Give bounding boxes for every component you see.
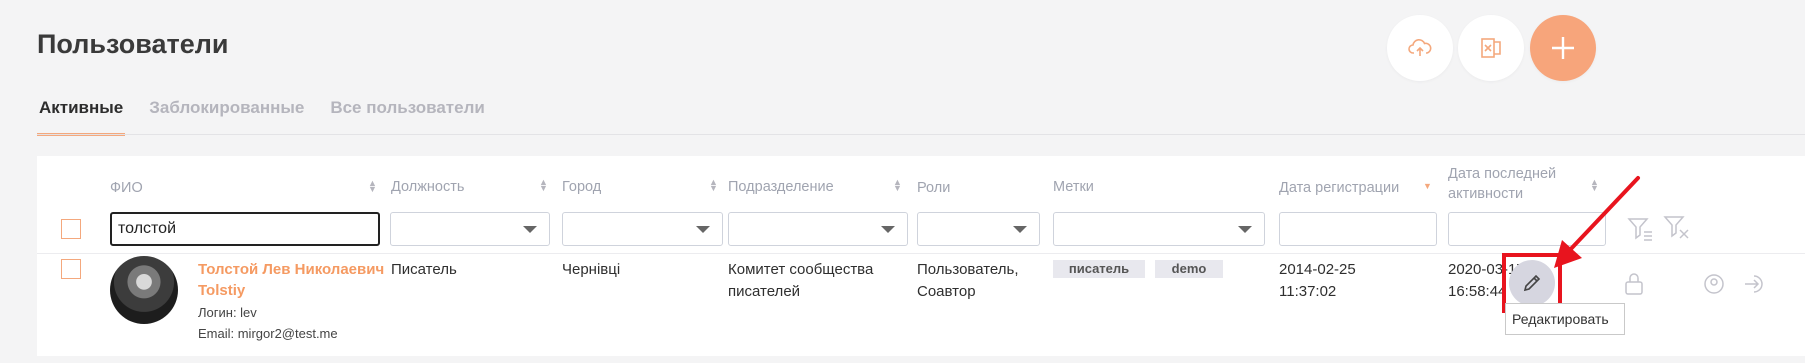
plus-icon <box>1552 37 1574 59</box>
header-fio[interactable]: ФИО <box>110 178 143 198</box>
sort-icon[interactable]: ▲ ▼ <box>539 178 548 193</box>
annotation-arrow-icon <box>1554 176 1640 268</box>
fio-filter-input[interactable] <box>110 212 380 246</box>
sort-icon[interactable]: ▲ ▼ <box>368 179 377 194</box>
tab-active[interactable]: Активные <box>37 94 126 136</box>
select-all-checkbox[interactable] <box>61 219 81 239</box>
header-position[interactable]: Должность <box>391 177 464 197</box>
sort-desc-icon[interactable]: ▼ <box>1423 182 1432 191</box>
page-title: Пользователи <box>37 29 229 59</box>
row-checkbox[interactable] <box>61 259 81 279</box>
user-login: Логин: lev <box>198 305 257 320</box>
user-email: Email: mirgor2@test.me <box>198 326 338 341</box>
chevron-down-icon <box>696 226 710 233</box>
add-user-button[interactable] <box>1530 15 1596 81</box>
avatar[interactable] <box>110 256 178 324</box>
header-tags: Метки <box>1053 179 1094 195</box>
tag-badge[interactable]: demo <box>1155 260 1223 278</box>
roles-filter-select[interactable] <box>917 212 1040 246</box>
cell-reg-date: 2014-02-25 <box>1279 261 1356 278</box>
tabs: Активные Заблокированные Все пользовател… <box>37 94 509 136</box>
position-filter-select[interactable] <box>390 212 550 246</box>
sort-icon[interactable]: ▲ ▼ <box>709 178 718 193</box>
reg-date-filter[interactable] <box>1279 212 1437 246</box>
tags-filter-select[interactable] <box>1053 212 1265 246</box>
impersonate-icon[interactable] <box>1703 273 1725 295</box>
lock-icon[interactable] <box>1623 272 1645 296</box>
filter-clear-icon[interactable] <box>1663 214 1691 242</box>
tab-all-users[interactable]: Все пользователи <box>328 94 487 130</box>
login-as-icon[interactable] <box>1743 273 1769 295</box>
city-filter-select[interactable] <box>562 212 723 246</box>
chevron-down-icon <box>1238 226 1252 233</box>
cell-roles: Пользователь, Соавтор <box>917 261 1019 300</box>
cell-position: Писатель <box>391 261 457 278</box>
header-department[interactable]: Подразделение <box>728 177 834 197</box>
header-reg-date[interactable]: Дата регистрации <box>1279 178 1399 198</box>
sort-icon[interactable]: ▲ ▼ <box>893 178 902 193</box>
cell-city: Чернівці <box>562 261 621 278</box>
cell-last-time: 16:58:44 <box>1448 283 1507 300</box>
cell-department: Комитет сообщества писателей <box>728 261 874 300</box>
chevron-down-icon <box>881 226 895 233</box>
tab-blocked[interactable]: Заблокированные <box>147 94 306 130</box>
header-city[interactable]: Город <box>562 177 601 197</box>
chevron-down-icon <box>1013 226 1027 233</box>
excel-export-icon <box>1481 38 1501 58</box>
department-filter-select[interactable] <box>728 212 908 246</box>
user-name-link[interactable]: Толстой Лев Николаевич Tolstiy <box>198 259 388 301</box>
cloud-upload-icon <box>1408 39 1432 56</box>
tabs-divider <box>37 134 1805 135</box>
edit-tooltip: Редактировать <box>1505 303 1625 335</box>
cell-reg-time: 11:37:02 <box>1279 283 1337 300</box>
excel-export-button[interactable] <box>1458 15 1524 81</box>
import-button[interactable] <box>1387 15 1453 81</box>
tag-badge[interactable]: писатель <box>1053 260 1145 278</box>
chevron-down-icon <box>523 226 537 233</box>
header-roles: Роли <box>917 180 951 196</box>
